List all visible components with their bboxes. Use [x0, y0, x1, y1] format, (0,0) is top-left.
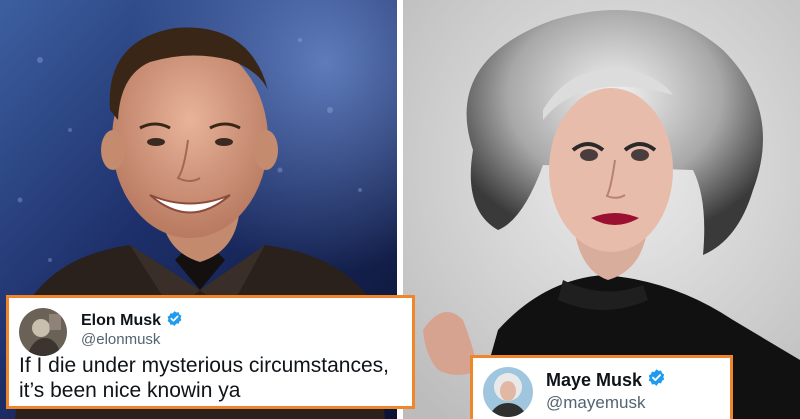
- display-name[interactable]: Maye Musk: [546, 370, 642, 391]
- tweet-card-elon[interactable]: Elon Musk @elonmusk If I die under myste…: [6, 295, 415, 409]
- name-row-maye: Maye Musk: [546, 368, 666, 392]
- avatar-maye[interactable]: [483, 367, 533, 417]
- avatar-maye-image: [483, 367, 533, 417]
- name-row-elon: Elon Musk: [81, 310, 183, 332]
- tweet-text-line-2: it’s been nice knowin ya: [19, 379, 241, 402]
- verified-badge-icon: [647, 368, 666, 392]
- handle[interactable]: @elonmusk: [81, 331, 160, 348]
- verified-badge-icon: [166, 310, 183, 332]
- avatar-elon[interactable]: [19, 308, 67, 356]
- avatar-elon-image: [19, 308, 67, 356]
- tweet-text-line-1: If I die under mysterious circumstances,: [19, 354, 389, 377]
- tweet-card-maye[interactable]: Maye Musk @mayemusk: [470, 355, 733, 419]
- tweet-text: If I die under mysterious circumstances,…: [19, 353, 414, 403]
- handle[interactable]: @mayemusk: [546, 393, 645, 413]
- display-name[interactable]: Elon Musk: [81, 312, 161, 330]
